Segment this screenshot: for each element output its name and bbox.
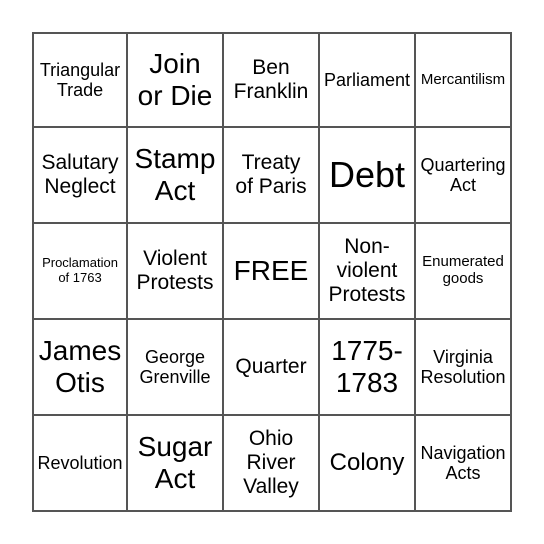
bingo-cell-label: FREE [233, 255, 309, 287]
bingo-cell-label: George Grenville [139, 346, 211, 387]
bingo-cell[interactable]: Sugar Act [128, 416, 224, 512]
bingo-cell[interactable]: Violent Protests [128, 224, 224, 320]
bingo-cell-label: Proclamation of 1763 [42, 255, 118, 285]
bingo-cell-label: Quarter [235, 355, 307, 379]
bingo-cell[interactable]: Mercantilism [416, 32, 512, 128]
bingo-cell-label: Debt [328, 153, 406, 195]
bingo-cell-label: Stamp Act [134, 143, 216, 206]
bingo-cell[interactable]: Stamp Act [128, 128, 224, 224]
bingo-cell[interactable]: Join or Die [128, 32, 224, 128]
bingo-cell[interactable]: Treaty of Paris [224, 128, 320, 224]
bingo-cell-label: Revolution [37, 452, 123, 473]
bingo-cell[interactable]: Non- violent Protests [320, 224, 416, 320]
bingo-cell-label: Non- violent Protests [328, 235, 406, 306]
bingo-cell-label: Triangular Trade [39, 59, 121, 100]
bingo-cell-label: Violent Protests [136, 247, 214, 294]
bingo-cell-label: James Otis [38, 335, 122, 398]
bingo-cell-label: Virginia Resolution [420, 346, 506, 387]
bingo-cell[interactable]: Debt [320, 128, 416, 224]
bingo-cell-label: Quartering Act [420, 154, 506, 195]
bingo-cell[interactable]: James Otis [32, 320, 128, 416]
bingo-cell[interactable]: Ohio River Valley [224, 416, 320, 512]
bingo-cell-label: Navigation Acts [420, 442, 506, 483]
bingo-cell[interactable]: Navigation Acts [416, 416, 512, 512]
bingo-cell[interactable]: Parliament [320, 32, 416, 128]
bingo-cell-label: 1775- 1783 [331, 335, 403, 398]
bingo-cell-label: Join or Die [137, 48, 213, 111]
bingo-cell[interactable]: 1775- 1783 [320, 320, 416, 416]
bingo-cell-label: Parliament [323, 69, 411, 90]
bingo-cell[interactable]: Quartering Act [416, 128, 512, 224]
bingo-cell[interactable]: Quarter [224, 320, 320, 416]
bingo-cell-label: Ben Franklin [233, 56, 309, 103]
bingo-cell-label: Ohio River Valley [243, 427, 299, 498]
bingo-cell-label: Colony [329, 449, 405, 477]
bingo-cell[interactable]: Salutary Neglect [32, 128, 128, 224]
bingo-cell-label: Enumerated goods [422, 253, 504, 287]
bingo-cell[interactable]: Enumerated goods [416, 224, 512, 320]
bingo-board: Triangular Trade Join or Die Ben Franklin P… [32, 32, 512, 512]
bingo-cell-label: Sugar Act [137, 431, 213, 494]
bingo-cell[interactable]: Triangular Trade [32, 32, 128, 128]
bingo-cell[interactable]: Ben Franklin [224, 32, 320, 128]
bingo-free-space[interactable]: FREE [224, 224, 320, 320]
bingo-cell-label: Mercantilism [420, 70, 506, 88]
bingo-cell[interactable]: Proclamation of 1763 [32, 224, 128, 320]
bingo-cell-label: Salutary Neglect [41, 151, 119, 198]
bingo-cell[interactable]: Revolution [32, 416, 128, 512]
bingo-cell[interactable]: Colony [320, 416, 416, 512]
bingo-cell[interactable]: George Grenville [128, 320, 224, 416]
bingo-cell-label: Treaty of Paris [235, 151, 307, 198]
bingo-cell[interactable]: Virginia Resolution [416, 320, 512, 416]
